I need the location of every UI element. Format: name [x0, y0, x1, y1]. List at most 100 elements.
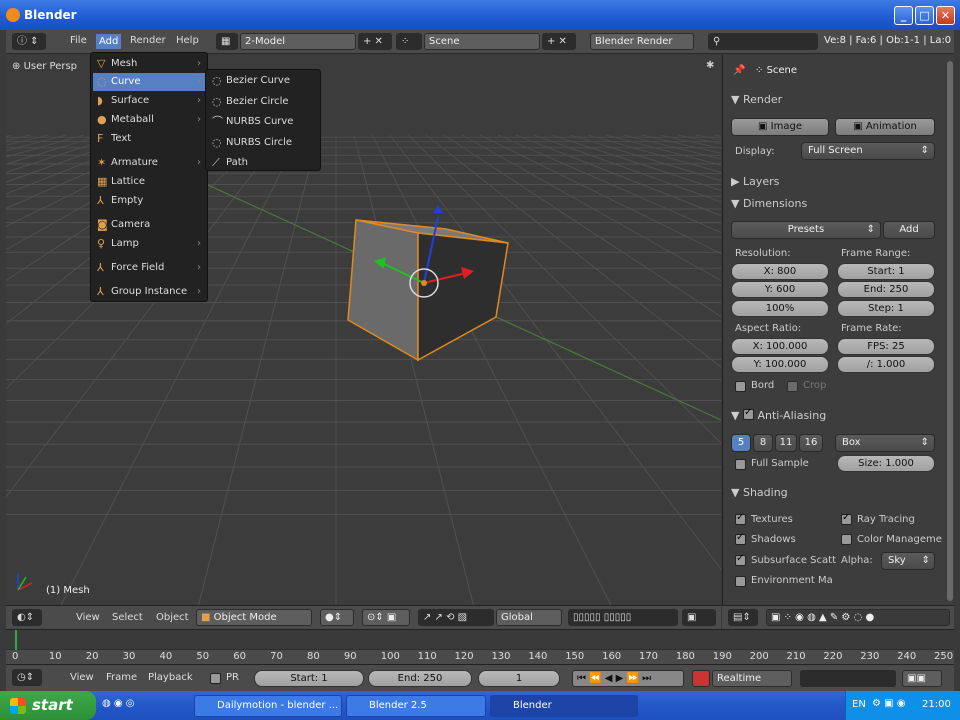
add-menu-item-armature[interactable]: ✶ Armature › [93, 154, 205, 172]
border-checkbox[interactable] [735, 381, 746, 392]
aa-filter-select[interactable]: Box ⇕ [835, 434, 935, 452]
textures-checkbox[interactable] [735, 512, 746, 525]
curve-submenu-item-nurbs-curve[interactable]: ⌒ NURBS Curve [208, 113, 320, 131]
taskbar-item-dailymotion[interactable]: Dailymotion - blender ... [194, 695, 342, 717]
color-management-checkbox[interactable] [841, 534, 852, 545]
alpha-select[interactable]: Sky ⇕ [881, 552, 935, 570]
aa-samples-11[interactable]: 11 [775, 434, 797, 452]
aspect-x-field[interactable]: X: 100.000 [731, 338, 829, 355]
add-menu-item-lamp[interactable]: ♀ Lamp › [93, 235, 205, 253]
shading-panel-header[interactable]: ▼ Shading [731, 486, 941, 504]
screen-add-remove[interactable]: + ✕ [358, 33, 392, 50]
auto-keyframe-button[interactable] [692, 670, 710, 687]
resolution-y-field[interactable]: Y: 600 [731, 281, 829, 298]
quicklaunch-icons[interactable]: ◍ ◉ ◎ [102, 698, 135, 709]
current-frame-marker[interactable] [15, 630, 17, 650]
add-menu-item-lattice[interactable]: ▦ Lattice [93, 173, 205, 191]
aa-samples-8[interactable]: 8 [753, 434, 773, 452]
add-menu[interactable]: Add [96, 34, 122, 49]
shadows-checkbox[interactable] [735, 532, 746, 545]
frame-step-field[interactable]: Step: 1 [837, 300, 935, 317]
dimensions-panel-header[interactable]: ▼ Dimensions [731, 197, 941, 215]
editor-type-props-icon[interactable]: ▤⇕ [728, 609, 758, 626]
sync-mode-select[interactable]: Realtime [712, 670, 792, 687]
properties-context-tabs[interactable]: ▣ ⁘ ◉ ◍ ▲ ✎ ⚙ ◌ ● [766, 609, 950, 626]
timeline-start-field[interactable]: Start: 1 [254, 670, 364, 687]
editor-type-icon[interactable]: ⓘ ⇕ [12, 33, 46, 50]
layer-buttons[interactable]: ▯▯▯▯▯ ▯▯▯▯▯ [568, 609, 678, 626]
aspect-y-field[interactable]: Y: 100.000 [731, 356, 829, 373]
curve-submenu-item-path[interactable]: ⟋ Path [208, 154, 320, 172]
render-animation-button[interactable]: ▣ Animation [835, 118, 935, 136]
transform-orientation-select[interactable]: Global [496, 609, 562, 626]
language-indicator[interactable]: EN [852, 699, 866, 710]
crop-checkbox[interactable] [787, 381, 798, 392]
taskbar-item-blender[interactable]: Blender [490, 695, 638, 717]
render-menu[interactable]: Render [130, 35, 166, 46]
resolution-percent-field[interactable]: 100% [731, 300, 829, 317]
view-menu[interactable]: View [76, 612, 100, 623]
preview-range-checkbox[interactable] [210, 673, 221, 684]
minimize-button[interactable]: _ [894, 6, 913, 25]
aa-samples-5[interactable]: 5 [731, 434, 751, 452]
keyframe-insert-buttons[interactable]: ▣▣ [902, 670, 942, 687]
add-menu-item-empty[interactable]: ⅄ Empty [93, 192, 205, 210]
taskbar-item-blender25[interactable]: Blender 2.5 [346, 695, 486, 717]
frame-end-field[interactable]: End: 250 [837, 281, 935, 298]
start-button[interactable]: start [0, 691, 96, 720]
anti-aliasing-checkbox[interactable] [742, 407, 754, 420]
manipulator-buttons[interactable]: ↗ ↗ ⟲ ▧ [418, 609, 494, 626]
help-menu[interactable]: Help [176, 35, 199, 46]
maximize-button[interactable]: □ [915, 6, 934, 25]
add-menu-item-surface[interactable]: ◗ Surface › [93, 92, 205, 110]
presets-select[interactable]: Presets ⇕ [731, 221, 881, 239]
select-menu[interactable]: Select [112, 612, 143, 623]
scene-icon[interactable]: ⁘ [396, 33, 422, 50]
resolution-x-field[interactable]: X: 800 [731, 263, 829, 280]
editor-type-3d-icon[interactable]: ◐⇕ [12, 609, 42, 626]
add-menu-item-mesh[interactable]: ▽ Mesh › [93, 55, 205, 73]
editor-type-timeline-icon[interactable]: ◷⇕ [12, 669, 42, 686]
aa-size-field[interactable]: Size: 1.000 [837, 455, 935, 472]
object-menu[interactable]: Object [156, 612, 189, 623]
curve-submenu-item-bezier-curve[interactable]: ◌ Bezier Curve [208, 72, 320, 90]
close-button[interactable]: ✕ [936, 6, 955, 25]
keying-set-field[interactable] [800, 670, 896, 687]
fps-field[interactable]: FPS: 25 [837, 338, 935, 355]
aa-samples-16[interactable]: 16 [799, 434, 823, 452]
full-sample-checkbox[interactable] [735, 459, 746, 470]
anti-aliasing-panel-header[interactable]: ▼ Anti-Aliasing [731, 407, 941, 427]
ray-tracing-checkbox[interactable] [841, 512, 852, 525]
search-field[interactable]: ⚲ [708, 33, 818, 50]
scene-field[interactable]: Scene [424, 33, 540, 50]
add-menu-item-text[interactable]: F Text [93, 130, 205, 148]
add-menu-item-metaball[interactable]: ● Metaball › [93, 111, 205, 129]
properties-scrollbar[interactable] [947, 61, 953, 601]
scene-add-remove[interactable]: + ✕ [542, 33, 576, 50]
curve-submenu-item-nurbs-circle[interactable]: ◌ NURBS Circle [208, 134, 320, 152]
screen-layout-field[interactable]: 2-Model [240, 33, 356, 50]
viewport-options-icon[interactable]: ✱ [706, 60, 714, 71]
fps-base-field[interactable]: /: 1.000 [837, 356, 935, 373]
render-engine-select[interactable]: Blender Render [590, 33, 694, 50]
file-menu[interactable]: File [70, 35, 87, 46]
subsurface-scattering-checkbox[interactable] [735, 553, 746, 566]
frame-start-field[interactable]: Start: 1 [837, 263, 935, 280]
layers-panel-header[interactable]: ▶ Layers [731, 175, 941, 193]
viewport-shading-select[interactable]: ●⇕ [320, 609, 354, 626]
timeline-playback-menu[interactable]: Playback [148, 672, 193, 683]
mode-select[interactable]: ■ Object Mode [196, 609, 312, 626]
timeline-editor[interactable]: 0 10 20 30 40 50 60 70 80 90 100 110 120 130 140 150 160… [6, 629, 954, 665]
curve-submenu-item-bezier-circle[interactable]: ◌ Bezier Circle [208, 93, 320, 111]
render-panel-header[interactable]: ▼ Render [731, 93, 941, 111]
timeline-end-field[interactable]: End: 250 [368, 670, 472, 687]
timeline-view-menu[interactable]: View [70, 672, 94, 683]
screen-layout-icon[interactable]: ▦ [216, 33, 238, 50]
environment-map-checkbox[interactable] [735, 576, 746, 587]
timeline-frame-menu[interactable]: Frame [106, 672, 137, 683]
render-preview-icon[interactable]: ▣ [682, 609, 716, 626]
tray-icons[interactable]: ⚙ ▣ ◉ [872, 698, 906, 709]
current-frame-field[interactable]: 1 [478, 670, 560, 687]
display-select[interactable]: Full Screen ⇕ [801, 142, 935, 160]
pivot-snap-buttons[interactable]: ⊙⇕ ▣ [362, 609, 410, 626]
